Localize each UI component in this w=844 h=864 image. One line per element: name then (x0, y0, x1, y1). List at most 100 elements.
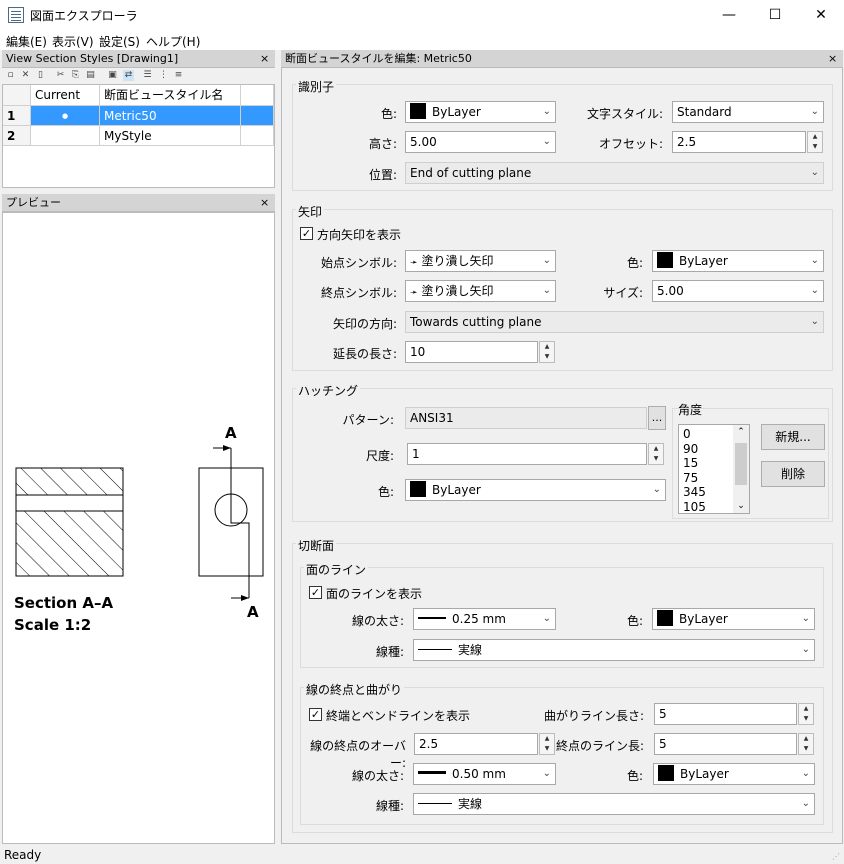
spin-up-icon[interactable]: ▲ (799, 734, 813, 744)
pattern-browse-button[interactable]: ... (648, 406, 666, 430)
spin-down-icon[interactable]: ▼ (799, 714, 813, 724)
show-arrow-checkbox[interactable]: ✓ (300, 227, 313, 240)
list-item[interactable]: 0 (683, 427, 706, 442)
hatch-scale-spinner[interactable]: ▲ ▼ (648, 443, 664, 465)
show-plane-line-label[interactable]: 面のラインを表示 (326, 585, 422, 602)
bend-length-spinner[interactable]: ▲ ▼ (798, 703, 814, 725)
scroll-down-icon[interactable]: ⌄ (733, 499, 749, 513)
hatch-scale-input[interactable]: 1 (407, 443, 647, 465)
refresh-icon[interactable]: ⇄ (123, 70, 134, 81)
row-number[interactable]: 2 (3, 126, 31, 146)
menu-settings[interactable]: 設定(S) (99, 33, 140, 50)
hatch-color-dropdown[interactable]: ByLayer ⌄ (405, 479, 666, 501)
spin-down-icon[interactable]: ▼ (649, 454, 663, 464)
paste-icon[interactable]: ▤ (85, 70, 96, 81)
section-preview-drawing (15, 445, 264, 601)
arrow-color-dropdown[interactable]: ByLayer ⌄ (652, 250, 824, 272)
spin-up-icon[interactable]: ▲ (540, 342, 554, 352)
linetype-preview (418, 803, 452, 804)
menu-edit[interactable]: 編集(E) (6, 33, 47, 50)
list-item[interactable]: 105 (683, 500, 706, 514)
extension-spinner[interactable]: ▲ ▼ (539, 341, 555, 363)
angle-list[interactable]: 0 90 15 75 345 105 ⌃ ⌄ (678, 424, 750, 514)
list-item[interactable]: 75 (683, 471, 706, 486)
selected-row-fill[interactable] (241, 106, 274, 126)
height-dropdown[interactable]: 5.00 ⌄ (405, 131, 556, 153)
row-fill[interactable] (241, 126, 274, 146)
editor-panel-close-icon[interactable]: × (828, 50, 837, 67)
identifier-group-title: 識別子 (296, 78, 337, 95)
spin-down-icon[interactable]: ▼ (540, 352, 554, 362)
list-item[interactable]: 345 (683, 485, 706, 500)
chevron-down-icon: ⌄ (801, 613, 810, 624)
new-angle-button[interactable]: 新規... (761, 424, 825, 450)
list-item[interactable]: 15 (683, 456, 706, 471)
tree-view-icon[interactable]: ≡ (173, 70, 184, 81)
spin-up-icon[interactable]: ▲ (799, 704, 813, 714)
maximize-button[interactable]: ☐ (752, 0, 798, 30)
textstyle-dropdown[interactable]: Standard ⌄ (672, 101, 824, 123)
textstyle-value: Standard (677, 105, 732, 119)
minimize-button[interactable]: — (706, 0, 752, 30)
show-end-bend-checkbox[interactable]: ✓ (309, 708, 322, 721)
arrow-direction-dropdown[interactable]: Towards cutting plane ⌄ (405, 311, 824, 333)
scroll-up-icon[interactable]: ⌃ (733, 425, 749, 439)
ends-linetype-dropdown[interactable]: 実線 ⌄ (413, 793, 815, 815)
plane-color-dropdown[interactable]: ByLayer ⌄ (652, 608, 815, 630)
show-end-bend-label[interactable]: 終端とベンドラインを表示 (326, 707, 470, 724)
menu-view[interactable]: 表示(V) (52, 33, 94, 50)
styles-panel-close-icon[interactable]: × (260, 50, 269, 67)
row-number[interactable]: 1 (3, 106, 31, 126)
position-dropdown[interactable]: End of cutting plane ⌄ (405, 162, 824, 184)
resize-grip-icon[interactable]: ⋰ (832, 852, 840, 861)
show-arrow-label[interactable]: 方向矢印を表示 (317, 226, 401, 243)
style-name-cell[interactable]: Metric50 (100, 106, 241, 126)
copy-icon[interactable]: ⎘ (70, 70, 81, 81)
arrow-color-value: ByLayer (679, 254, 728, 268)
angle-scrollbar[interactable]: ⌃ ⌄ (733, 425, 749, 513)
set-current-icon[interactable]: ▣ (107, 70, 118, 81)
preview-panel-close-icon[interactable]: × (260, 194, 269, 211)
end-line-length-input[interactable]: 5 (654, 733, 797, 755)
current-indicator[interactable] (31, 126, 100, 146)
end-line-length-spinner[interactable]: ▲ ▼ (798, 733, 814, 755)
plane-linetype-dropdown[interactable]: 実線 ⌄ (413, 639, 815, 661)
spin-down-icon[interactable]: ▼ (808, 142, 822, 152)
cutting-group-title: 切断面 (296, 537, 337, 554)
style-name-cell[interactable]: MyStyle (100, 126, 241, 146)
purge-icon[interactable]: ▯ (35, 70, 46, 81)
list-item[interactable]: 90 (683, 442, 706, 457)
delete-angle-button[interactable]: 削除 (761, 461, 825, 487)
close-window-button[interactable]: ✕ (798, 0, 844, 30)
spin-up-icon[interactable]: ▲ (649, 444, 663, 454)
show-plane-line-checkbox[interactable]: ✓ (309, 586, 322, 599)
new-style-icon[interactable]: ▫ (5, 70, 16, 81)
styles-panel-title: View Section Styles [Drawing1] (2, 50, 275, 68)
bend-length-input[interactable]: 5 (654, 703, 797, 725)
menu-help[interactable]: ヘルプ(H) (146, 33, 200, 50)
preview-panel-title: プレビュー (2, 194, 275, 212)
details-view-icon[interactable]: ☰ (142, 70, 153, 81)
id-color-dropdown[interactable]: ByLayer ⌄ (405, 101, 556, 123)
ends-color-dropdown[interactable]: ByLayer ⌄ (653, 763, 815, 785)
styles-table: Current 断面ビュースタイル名 1 ● Metric50 2 MyStyl… (2, 84, 275, 188)
offset-spinner[interactable]: ▲ ▼ (807, 131, 823, 153)
extension-input[interactable]: 10 (405, 341, 538, 363)
cut-icon[interactable]: ✂ (55, 70, 66, 81)
position-label: 位置: (368, 168, 397, 182)
arrow-size-dropdown[interactable]: 5.00 ⌄ (652, 280, 824, 302)
spin-down-icon[interactable]: ▼ (799, 744, 813, 754)
current-indicator[interactable]: ● (31, 106, 100, 126)
spin-up-icon[interactable]: ▲ (808, 132, 822, 142)
column-style-name[interactable]: 断面ビュースタイル名 (100, 85, 241, 106)
pattern-field[interactable]: ANSI31 (405, 407, 647, 429)
plane-lw-label: 線の太さ: (351, 614, 404, 628)
scrollbar-thumb[interactable] (735, 443, 747, 485)
offset-input[interactable]: 2.5 (672, 131, 806, 153)
delete-icon[interactable]: ✕ (20, 70, 31, 81)
column-current[interactable]: Current (31, 85, 100, 106)
arrow-size-label: サイズ: (603, 286, 643, 300)
end-overshoot-input[interactable]: 2.5 (414, 733, 538, 755)
grid-view-icon[interactable]: ⋮ (158, 70, 169, 81)
offset-label: オフセット: (598, 137, 663, 151)
